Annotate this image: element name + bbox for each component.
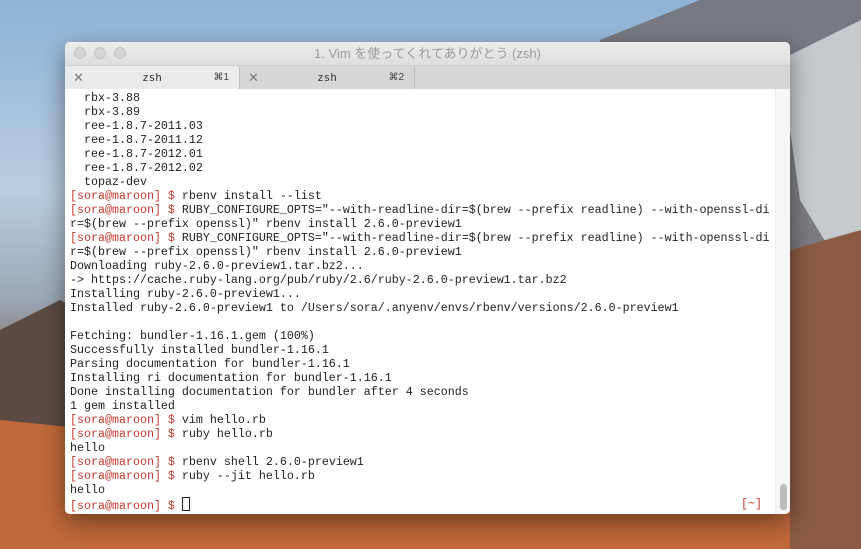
scrollbar-thumb[interactable] bbox=[780, 484, 787, 510]
title-bar: 1. Vim を使ってくれてありがとう (zsh) bbox=[65, 42, 790, 65]
terminal-line: [sora@maroon] $ vim hello.rb bbox=[70, 413, 790, 427]
terminal-line: [sora@maroon] $ RUBY_CONFIGURE_OPTS="--w… bbox=[70, 231, 790, 245]
line-text: Successfully installed bundler-1.16.1 bbox=[70, 343, 329, 357]
tab-zsh-2[interactable]: ✕ zsh ⌘2 bbox=[240, 66, 415, 89]
line-text: -> https://cache.ruby-lang.org/pub/ruby/… bbox=[70, 273, 567, 287]
current-prompt-line[interactable]: [sora@maroon] $ bbox=[70, 497, 790, 513]
terminal-line: Parsing documentation for bundler-1.16.1 bbox=[70, 357, 790, 371]
terminal-line: ree-1.8.7-2012.01 bbox=[70, 147, 790, 161]
line-text: Installing ri documentation for bundler-… bbox=[70, 371, 392, 385]
line-text: ree-1.8.7-2012.02 bbox=[70, 161, 203, 175]
prompt: [sora@maroon] $ bbox=[70, 189, 175, 203]
line-text: Parsing documentation for bundler-1.16.1 bbox=[70, 357, 350, 371]
terminal-line: topaz-dev bbox=[70, 175, 790, 189]
line-text: ree-1.8.7-2011.12 bbox=[70, 133, 203, 147]
terminal-line: Installed ruby-2.6.0-preview1 to /Users/… bbox=[70, 301, 790, 315]
line-text: Installed ruby-2.6.0-preview1 to /Users/… bbox=[70, 301, 679, 315]
terminal-line: 1 gem installed bbox=[70, 399, 790, 413]
terminal-line: Fetching: bundler-1.16.1.gem (100%) bbox=[70, 329, 790, 343]
terminal-line: hello bbox=[70, 483, 790, 497]
terminal-line: rbx-3.88 bbox=[70, 91, 790, 105]
prompt: [sora@maroon] $ bbox=[70, 427, 175, 441]
terminal-line: [sora@maroon] $ ruby --jit hello.rb bbox=[70, 469, 790, 483]
terminal-line: ree-1.8.7-2011.03 bbox=[70, 119, 790, 133]
prompt: [sora@maroon] $ bbox=[70, 413, 175, 427]
terminal-line: r=$(brew --prefix openssl)" rbenv instal… bbox=[70, 245, 790, 259]
line-text: Downloading ruby-2.6.0-preview1.tar.bz2.… bbox=[70, 259, 364, 273]
terminal-line: Downloading ruby-2.6.0-preview1.tar.bz2.… bbox=[70, 259, 790, 273]
terminal-line: [sora@maroon] $ ruby hello.rb bbox=[70, 427, 790, 441]
terminal-line: ree-1.8.7-2012.02 bbox=[70, 161, 790, 175]
terminal-output[interactable]: rbx-3.88 rbx-3.89 ree-1.8.7-2011.03 ree-… bbox=[65, 89, 790, 514]
prompt: [sora@maroon] $ bbox=[70, 469, 175, 483]
terminal-line: -> https://cache.ruby-lang.org/pub/ruby/… bbox=[70, 273, 790, 287]
line-text: ree-1.8.7-2011.03 bbox=[70, 119, 203, 133]
line-text: Fetching: bundler-1.16.1.gem (100%) bbox=[70, 329, 315, 343]
cursor bbox=[181, 497, 190, 511]
terminal-line: [sora@maroon] $ rbenv shell 2.6.0-previe… bbox=[70, 455, 790, 469]
line-text: RUBY_CONFIGURE_OPTS="--with-readline-dir… bbox=[174, 203, 770, 217]
window-title: 1. Vim を使ってくれてありがとう (zsh) bbox=[314, 46, 541, 61]
line-text: r=$(brew --prefix openssl)" rbenv instal… bbox=[70, 245, 462, 259]
tab-bar: ✕ zsh ⌘1 ✕ zsh ⌘2 bbox=[65, 65, 790, 90]
terminal-line: rbx-3.89 bbox=[70, 105, 790, 119]
prompt: [sora@maroon] $ bbox=[70, 499, 175, 513]
line-text: r=$(brew --prefix openssl)" rbenv instal… bbox=[70, 217, 462, 231]
terminal-line: [sora@maroon] $ rbenv install --list bbox=[70, 189, 790, 203]
terminal-line: r=$(brew --prefix openssl)" rbenv instal… bbox=[70, 217, 790, 231]
close-window-button[interactable] bbox=[74, 47, 86, 59]
line-text: hello bbox=[70, 483, 105, 497]
line-text: ruby hello.rb bbox=[174, 427, 273, 441]
line-text: topaz-dev bbox=[70, 175, 147, 189]
terminal-line: hello bbox=[70, 441, 790, 455]
tab-shortcut: ⌘2 bbox=[388, 72, 404, 83]
prompt: [sora@maroon] $ bbox=[70, 203, 175, 217]
line-text: ree-1.8.7-2012.01 bbox=[70, 147, 203, 161]
terminal-line: Installing ri documentation for bundler-… bbox=[70, 371, 790, 385]
terminal-line: [sora@maroon] $ RUBY_CONFIGURE_OPTS="--w… bbox=[70, 203, 790, 217]
zoom-window-button[interactable] bbox=[114, 47, 126, 59]
minimize-window-button[interactable] bbox=[94, 47, 106, 59]
line-text: rbx-3.89 bbox=[70, 105, 140, 119]
line-text: vim hello.rb bbox=[174, 413, 266, 427]
tab-shortcut: ⌘1 bbox=[213, 72, 229, 83]
prompt: [sora@maroon] $ bbox=[70, 455, 175, 469]
line-text: RUBY_CONFIGURE_OPTS="--with-readline-dir… bbox=[174, 231, 770, 245]
line-text: ruby --jit hello.rb bbox=[174, 469, 315, 483]
tab-zsh-1[interactable]: ✕ zsh ⌘1 bbox=[65, 66, 240, 89]
line-text: rbenv shell 2.6.0-preview1 bbox=[174, 455, 364, 469]
terminal-line: ree-1.8.7-2011.12 bbox=[70, 133, 790, 147]
line-text: hello bbox=[70, 441, 105, 455]
line-text: rbenv install --list bbox=[174, 189, 322, 203]
terminal-line: Done installing documentation for bundle… bbox=[70, 385, 790, 399]
terminal-line: Successfully installed bundler-1.16.1 bbox=[70, 343, 790, 357]
line-text: rbx-3.88 bbox=[70, 91, 140, 105]
right-prompt-dir: [~] bbox=[741, 497, 762, 511]
prompt: [sora@maroon] $ bbox=[70, 231, 175, 245]
terminal-window: 1. Vim を使ってくれてありがとう (zsh) ✕ zsh ⌘1 ✕ zsh… bbox=[65, 42, 790, 514]
line-text: Done installing documentation for bundle… bbox=[70, 385, 469, 399]
line-text: 1 gem installed bbox=[70, 399, 175, 413]
terminal-line: Installing ruby-2.6.0-preview1... bbox=[70, 287, 790, 301]
line-text: Installing ruby-2.6.0-preview1... bbox=[70, 287, 301, 301]
scrollbar-track[interactable] bbox=[775, 89, 790, 514]
